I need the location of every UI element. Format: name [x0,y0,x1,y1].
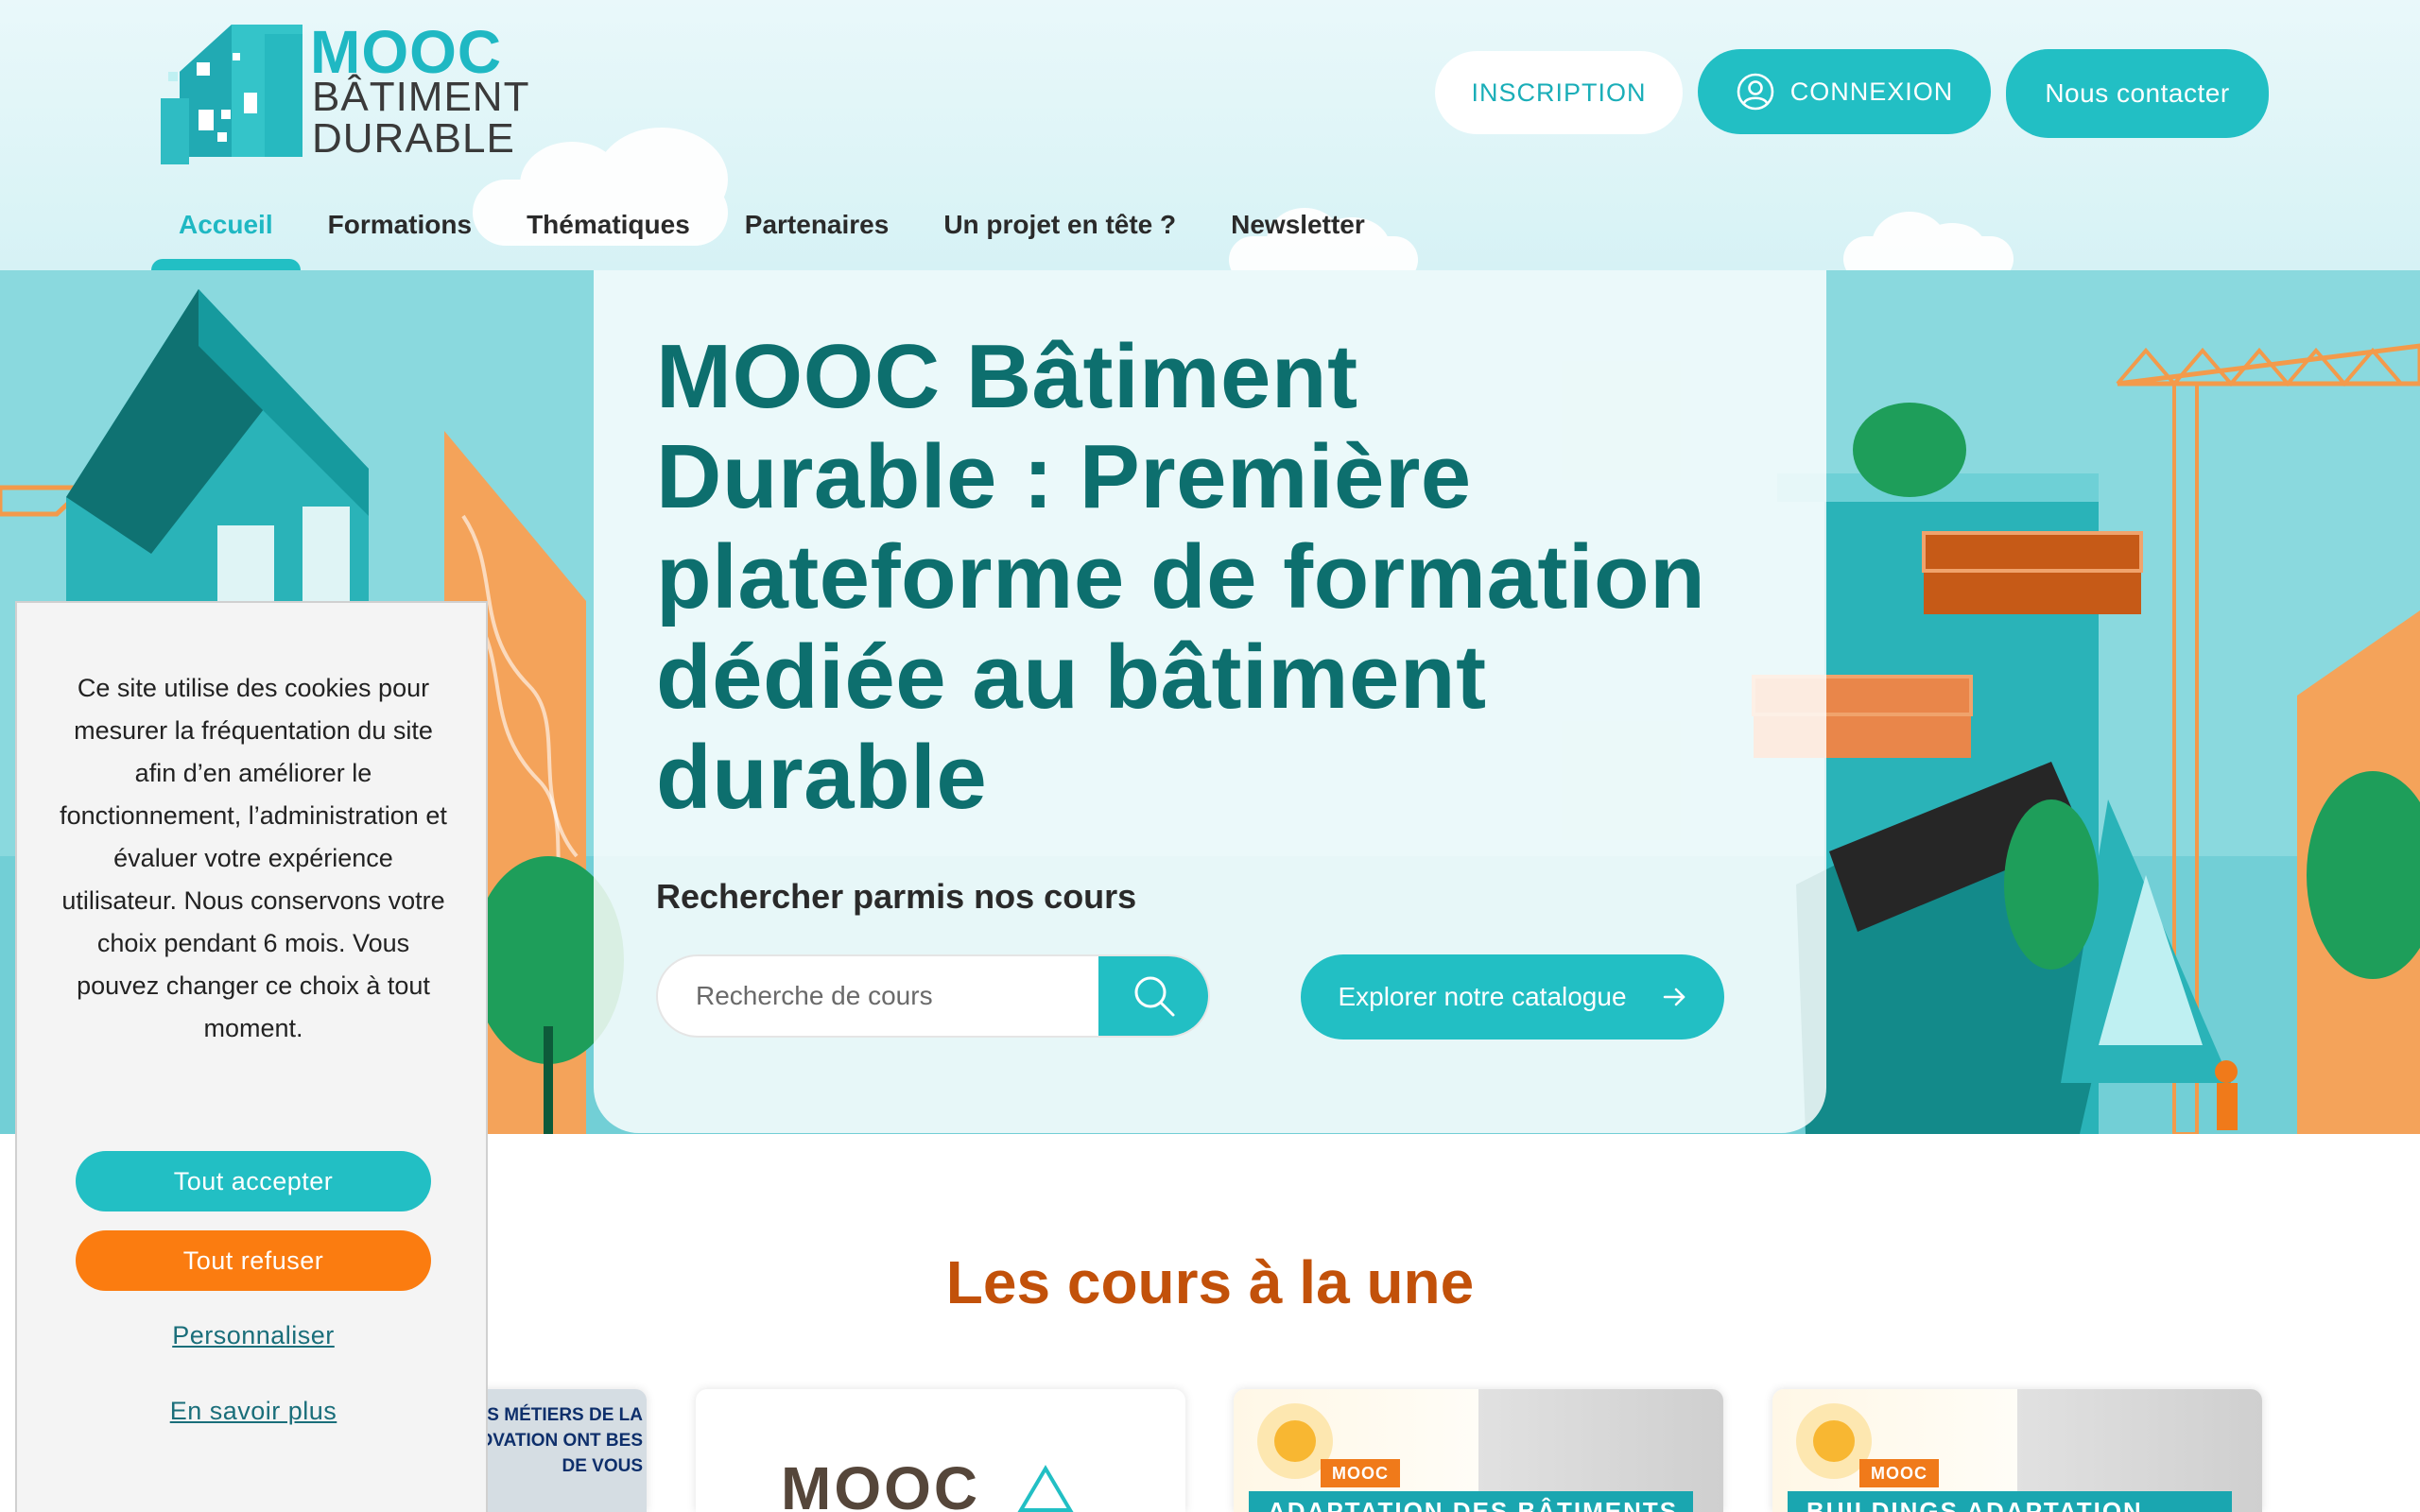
mooc-tag: MOOC [1321,1459,1400,1487]
learn-more-link[interactable]: En savoir plus [17,1397,490,1426]
customize-link[interactable]: Personnaliser [17,1321,490,1350]
refuse-all-button[interactable]: Tout refuser [76,1230,431,1291]
cloud-decoration [1843,212,2014,270]
search-button[interactable] [1098,956,1208,1036]
nav-item-projet[interactable]: Un projet en tête ? [916,198,1203,270]
contact-label: Nous contacter [2045,78,2230,108]
refuse-label: Tout refuser [182,1246,324,1275]
search-icon [1134,976,1175,1017]
explore-catalog-button[interactable]: Explorer notre catalogue [1301,954,1724,1040]
course-card-mooc[interactable]: MOOC [696,1389,1185,1512]
hero-card: MOOC Bâtiment Durable : Première platefo… [594,270,1826,1133]
search-label: Rechercher parmis nos cours [656,877,1137,916]
main-nav: Accueil Formations Thématiques Partenair… [151,198,1392,270]
triangle-logo-icon [1017,1465,1074,1512]
site-logo[interactable]: MOOC BÂTIMENT DURABLE [161,15,528,166]
nav-label: Formations [327,210,473,239]
inscription-label: INSCRIPTION [1471,77,1647,107]
nav-item-accueil[interactable]: Accueil [151,198,301,270]
nav-label: Partenaires [744,210,890,239]
connexion-label: CONNEXION [1789,77,1954,106]
logo-text-durable: DURABLE [312,115,515,162]
nav-item-newsletter[interactable]: Newsletter [1203,198,1392,270]
nav-label: Thématiques [527,210,690,239]
mooc-tag: MOOC [1859,1459,1939,1487]
arrow-right-icon [1663,988,1685,1006]
nav-label: Newsletter [1231,210,1365,239]
user-icon [1737,73,1774,111]
course-card-adaptation[interactable]: MOOC ADAPTATION DES BÂTIMENTS [1234,1389,1723,1512]
cookie-text: Ce site utilise des cookies pour mesurer… [60,674,447,1042]
connexion-button[interactable]: CONNEXION [1698,49,1991,134]
nav-item-thematiques[interactable]: Thématiques [499,198,717,270]
catalog-label: Explorer notre catalogue [1338,982,1627,1011]
nav-item-formations[interactable]: Formations [301,198,499,270]
accept-label: Tout accepter [173,1166,334,1195]
card-title-band: ADAPTATION DES BÂTIMENTS [1249,1491,1693,1512]
hero-title: MOOC Bâtiment Durable : Première platefo… [656,326,1706,828]
building-logo-icon [161,25,302,164]
cookie-banner: Ce site utilise des cookies pour mesurer… [15,601,488,1512]
search-box [656,954,1210,1038]
nav-label: Accueil [179,210,273,239]
nav-item-partenaires[interactable]: Partenaires [717,198,917,270]
search-input[interactable] [658,956,1102,1036]
card-mooc-word: MOOC [781,1454,981,1512]
card-title-band: BUILDINGS ADAPTATION [1788,1491,2232,1512]
site-header: MOOC BÂTIMENT DURABLE INSCRIPTION CONNEX… [0,0,2420,270]
course-card-buildings[interactable]: MOOC BUILDINGS ADAPTATION [1772,1389,2262,1512]
nav-label: Un projet en tête ? [943,210,1177,239]
inscription-button[interactable]: INSCRIPTION [1435,51,1683,134]
logo-text-batiment: BÂTIMENT [312,74,530,120]
contact-button[interactable]: Nous contacter [2006,49,2269,138]
accept-all-button[interactable]: Tout accepter [76,1151,431,1211]
